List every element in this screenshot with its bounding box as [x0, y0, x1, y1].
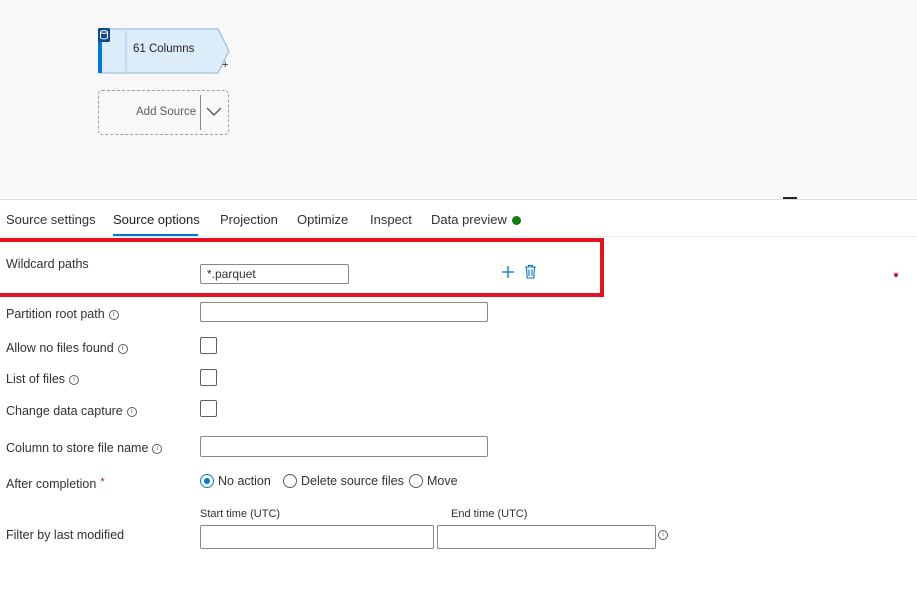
allow-no-files-found-checkbox[interactable] — [200, 337, 217, 354]
column-to-store-file-name-label: Column to store file name i — [6, 441, 163, 455]
radio-no-action[interactable] — [200, 474, 214, 488]
radio-delete-source-files[interactable] — [283, 474, 297, 488]
add-transform-plus-icon[interactable]: + — [222, 59, 228, 71]
tab-source-settings[interactable]: Source settings — [6, 212, 96, 227]
info-icon[interactable]: i — [658, 530, 668, 540]
change-data-capture-checkbox[interactable] — [200, 400, 217, 417]
partition-root-path-label: Partition root path i — [6, 307, 119, 321]
after-completion-label: After completion * — [6, 476, 105, 491]
radio-move-label[interactable]: Move — [427, 474, 458, 488]
radio-no-action-label[interactable]: No action — [218, 474, 271, 488]
data-flow-canvas[interactable]: 61 Columns + Add Source — [0, 0, 917, 198]
allow-no-files-found-text: Allow no files found — [6, 341, 114, 355]
tab-projection[interactable]: Projection — [220, 212, 278, 227]
source-node-label: 61 Columns — [133, 43, 195, 55]
start-time-input[interactable] — [200, 525, 434, 549]
tab-data-preview[interactable]: Data preview — [431, 212, 507, 227]
settings-tab-bar: Source settings Source options Projectio… — [0, 199, 917, 237]
list-of-files-label: List of files i — [6, 372, 80, 386]
change-data-capture-label: Change data capture i — [6, 404, 137, 418]
partition-root-path-input[interactable] — [200, 302, 488, 322]
source-node[interactable]: 61 Columns + — [98, 28, 230, 74]
active-tab-indicator — [113, 234, 198, 236]
allow-no-files-found-label: Allow no files found i — [6, 341, 128, 355]
list-of-files-text: List of files — [6, 372, 66, 386]
red-marker — [894, 273, 898, 277]
add-source-divider — [200, 95, 201, 130]
radio-move[interactable] — [409, 474, 423, 488]
radio-delete-source-files-label[interactable]: Delete source files — [301, 474, 404, 488]
tab-inspect[interactable]: Inspect — [370, 212, 412, 227]
highlight-box — [0, 238, 604, 297]
info-icon[interactable]: i — [69, 375, 80, 385]
end-time-label: End time (UTC) — [451, 508, 528, 520]
start-time-label: Start time (UTC) — [200, 508, 281, 520]
database-icon — [98, 28, 110, 42]
info-icon[interactable]: i — [108, 310, 119, 320]
column-to-store-file-name-input[interactable] — [200, 436, 488, 457]
add-source-label: Add Source — [136, 106, 197, 118]
required-marker: * — [100, 476, 105, 488]
change-data-capture-text: Change data capture — [6, 404, 123, 418]
column-to-store-file-name-text: Column to store file name — [6, 441, 149, 455]
info-icon[interactable]: i — [126, 407, 137, 417]
data-preview-status-icon — [512, 216, 521, 225]
info-icon[interactable]: i — [152, 444, 163, 454]
end-time-input[interactable] — [437, 525, 656, 549]
list-of-files-checkbox[interactable] — [200, 369, 217, 386]
add-source-button[interactable]: Add Source — [98, 90, 229, 135]
info-icon[interactable]: i — [117, 344, 128, 354]
filter-by-last-modified-label: Filter by last modified — [6, 528, 125, 542]
tab-source-options[interactable]: Source options — [113, 212, 200, 227]
tab-optimize[interactable]: Optimize — [297, 212, 348, 227]
partition-root-path-text: Partition root path — [6, 307, 105, 321]
chevron-down-icon[interactable] — [205, 103, 223, 119]
after-completion-text: After completion — [6, 477, 97, 491]
